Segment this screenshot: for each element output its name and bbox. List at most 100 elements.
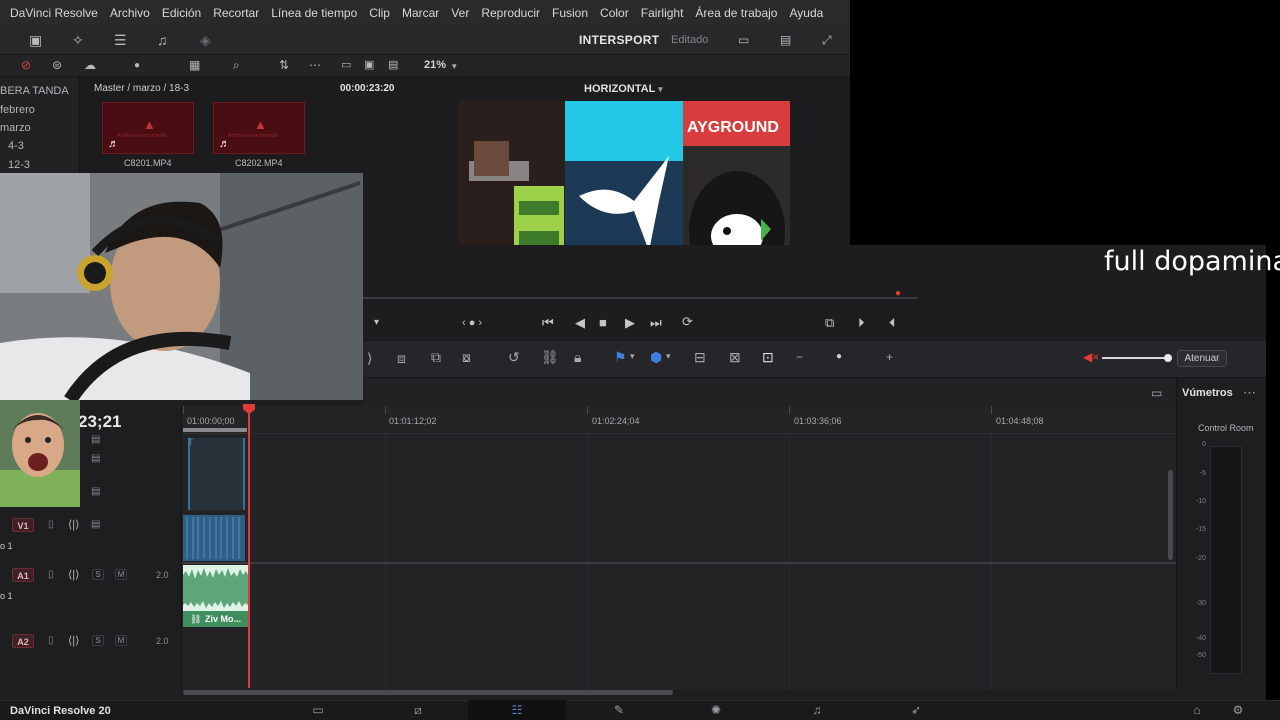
detail-zoom-icon[interactable]: ⊠ <box>729 349 741 366</box>
in-out-range[interactable] <box>183 428 247 432</box>
search-icon[interactable]: ⌕ <box>233 58 240 72</box>
media-page-icon[interactable]: ▭ <box>293 700 343 720</box>
chevron-down-icon[interactable]: ▾ <box>666 351 671 362</box>
fullscreen-icon[interactable]: ⤢ <box>822 33 832 47</box>
lock-icon[interactable]: ▯ <box>48 635 54 646</box>
volume-slider[interactable] <box>1102 353 1172 363</box>
effects-icon[interactable]: ✧ <box>72 33 84 47</box>
zoom-in-icon[interactable]: + <box>886 350 893 364</box>
bin-item[interactable]: 12-3 <box>8 159 30 171</box>
flag-icon[interactable]: ⚑ <box>614 349 627 366</box>
full-extent-zoom-icon[interactable]: ⊟ <box>694 349 706 366</box>
track-divider[interactable] <box>182 562 1176 564</box>
viewer-timecode[interactable]: 00:00:23:20 <box>340 83 394 94</box>
menu-archivo[interactable]: Archivo <box>110 6 150 20</box>
media-pool-icon[interactable]: ▣ <box>29 33 42 47</box>
next-edit-icon[interactable]: ⏵ <box>858 315 865 331</box>
lock-icon[interactable]: 🔒︎ <box>574 349 581 366</box>
zoom-out-icon[interactable]: − <box>796 350 803 364</box>
menu-fairlight[interactable]: Fairlight <box>641 6 684 20</box>
track-label-a1[interactable]: A1 <box>12 568 34 582</box>
auto-select-icon[interactable]: ⟨|⟩ <box>68 634 79 647</box>
mute-button[interactable]: M <box>115 569 127 580</box>
link-icon[interactable]: ⛓ <box>541 349 559 366</box>
menu-linea-de-tiempo[interactable]: Línea de tiempo <box>271 6 357 20</box>
menu-reproducir[interactable]: Reproducir <box>481 6 540 20</box>
solo-button[interactable]: S <box>92 635 104 646</box>
custom-zoom-icon[interactable]: ⊡ <box>762 349 774 366</box>
track-label-a2[interactable]: A2 <box>12 634 34 648</box>
filter-icon[interactable]: ⊜ <box>52 58 62 72</box>
bin-item[interactable]: marzo <box>0 122 31 134</box>
sort-icon[interactable]: ⇅ <box>279 58 289 72</box>
menu-color[interactable]: Color <box>600 6 629 20</box>
cut-page-icon[interactable]: ⧄ <box>393 700 443 720</box>
timeline-timecode[interactable]: 23;21 <box>78 412 121 432</box>
lock-icon[interactable]: ▯ <box>48 569 54 580</box>
insert-clip-icon[interactable]: ⧈ <box>397 350 406 367</box>
prev-edit-icon[interactable]: ⏴ <box>889 315 896 331</box>
clip-thumbnail[interactable]: ▲ Archivo no encontrado ♬ <box>213 102 305 154</box>
menu-clip[interactable]: Clip <box>369 6 390 20</box>
vertical-scrollbar[interactable] <box>1168 470 1173 560</box>
match-frame-icon[interactable]: ⧉ <box>825 315 834 331</box>
trim-mode-icon[interactable]: ⟩ <box>367 350 372 367</box>
mute-button[interactable]: M <box>115 635 127 646</box>
lock-icon[interactable]: ▯ <box>48 519 54 530</box>
play-icon[interactable]: ▶ <box>625 315 635 331</box>
clip-thumbnail[interactable]: ▲ Archivo no encontrado ♬ <box>102 102 194 154</box>
timeline-view-options-icon[interactable]: ▭ <box>1151 386 1162 400</box>
jump-end-icon[interactable]: ⏭ <box>650 315 662 331</box>
menu-ayuda[interactable]: Ayuda <box>789 6 823 20</box>
video-clip[interactable] <box>183 515 245 561</box>
menu-edicion[interactable]: Edición <box>162 6 201 20</box>
bin-item[interactable]: febrero <box>0 104 35 116</box>
sound-library-icon[interactable]: ♫ <box>157 33 168 47</box>
film-icon[interactable]: ▤ <box>91 519 100 530</box>
menu-area-de-trabajo[interactable]: Área de trabajo <box>695 6 777 20</box>
more-options-icon[interactable]: ⋯ <box>309 58 321 72</box>
horizontal-scrollbar[interactable] <box>183 690 673 695</box>
zoom-chevron-icon[interactable]: ▾ <box>452 59 457 73</box>
bin-item[interactable]: BERA TANDA <box>0 85 69 97</box>
jump-start-icon[interactable]: ⏮ <box>542 315 554 331</box>
menu-fusion[interactable]: Fusion <box>552 6 588 20</box>
dual-viewer-icon[interactable]: ▤ <box>388 58 398 72</box>
marker-icon[interactable]: ⬢ <box>650 349 662 366</box>
grid-view-icon[interactable]: ▦ <box>189 58 200 72</box>
menu-ver[interactable]: Ver <box>451 6 469 20</box>
timeline-selector[interactable]: HORIZONTAL ▾ <box>584 83 663 95</box>
speaker-mute-icon[interactable]: ◀× <box>1083 350 1099 364</box>
auto-select-icon[interactable]: ⟨|⟩ <box>68 568 79 581</box>
track-label-v1[interactable]: V1 <box>12 518 34 532</box>
replace-clip-icon[interactable]: ⧇ <box>462 349 471 366</box>
menu-recortar[interactable]: Recortar <box>213 6 259 20</box>
title-clip[interactable] <box>188 438 245 510</box>
scrubber-playhead-icon[interactable]: ● <box>895 288 901 299</box>
loop-icon[interactable]: ⟳ <box>682 314 693 330</box>
chevron-down-icon[interactable]: ▾ <box>374 317 379 328</box>
menu-davinci[interactable]: DaVinci Resolve <box>10 6 98 20</box>
inspector-icon[interactable]: ◈ <box>200 33 211 47</box>
chevron-down-icon[interactable]: ▾ <box>630 351 635 362</box>
cinema-mode-icon[interactable]: ▤ <box>780 33 791 47</box>
viewer-layout-icon[interactable]: ▣ <box>364 58 374 72</box>
zoom-level[interactable]: 21% <box>424 59 446 71</box>
deliver-page-icon[interactable]: ➶ <box>891 700 941 720</box>
safe-area-icon[interactable]: ▭ <box>341 58 351 72</box>
link-icon[interactable]: ⊘ <box>21 58 31 72</box>
cloud-icon[interactable]: ☁ <box>84 58 96 72</box>
zoom-slider[interactable]: ● <box>836 351 842 362</box>
color-page-icon[interactable]: ✺ <box>691 700 741 720</box>
fusion-page-icon[interactable]: ✎ <box>594 700 644 720</box>
stop-icon[interactable]: ■ <box>599 315 607 330</box>
viewer-scrubber[interactable] <box>363 297 918 299</box>
jog-control[interactable]: ‹ ● › <box>462 317 482 329</box>
edit-page-icon[interactable]: ☷ <box>468 700 566 720</box>
bin-item[interactable]: 4-3 <box>8 140 24 152</box>
edit-index-icon[interactable]: ☰ <box>114 33 127 47</box>
overwrite-clip-icon[interactable]: ⧉ <box>431 349 441 366</box>
fairlight-page-icon[interactable]: ♫ <box>792 700 842 720</box>
snapping-icon[interactable]: ↺ <box>508 349 520 366</box>
solo-button[interactable]: S <box>92 569 104 580</box>
